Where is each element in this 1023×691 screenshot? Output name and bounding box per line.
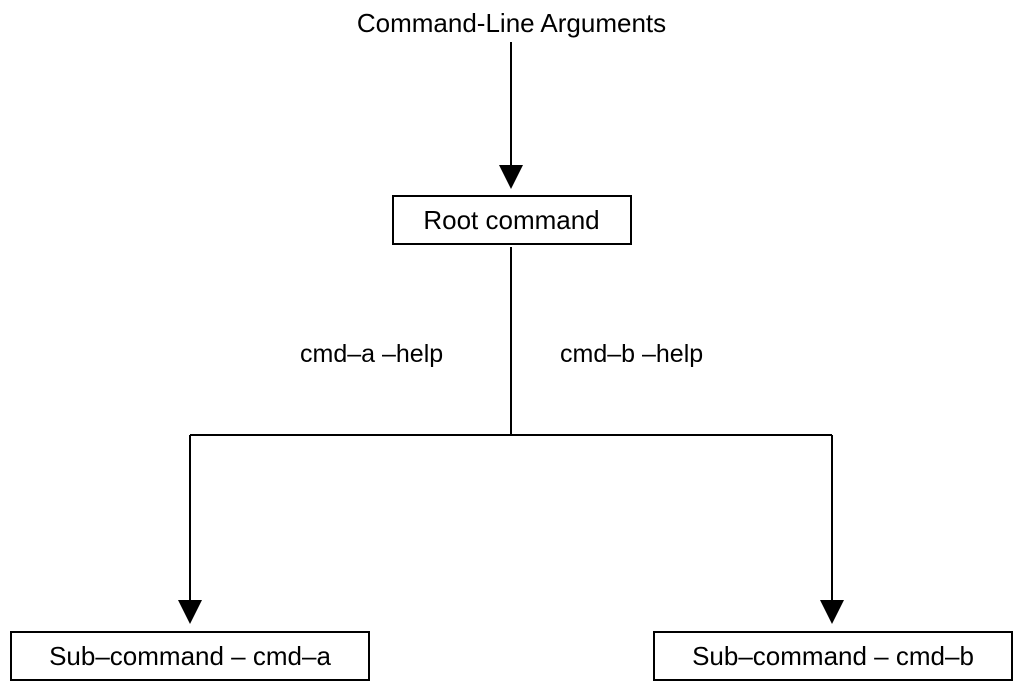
root-command-label: Root command (423, 205, 599, 236)
subcommand-b-label: Sub–command – cmd–b (692, 641, 974, 672)
branch-a-label: cmd–a –help (300, 340, 443, 369)
subcommand-b-box: Sub–command – cmd–b (653, 631, 1013, 681)
arrow-title-to-root (0, 0, 1023, 691)
root-command-box: Root command (392, 195, 632, 245)
branch-b-label: cmd–b –help (560, 340, 703, 369)
branch-connector (0, 0, 1023, 691)
diagram-title: Command-Line Arguments (357, 8, 666, 39)
subcommand-a-label: Sub–command – cmd–a (49, 641, 331, 672)
subcommand-a-box: Sub–command – cmd–a (10, 631, 370, 681)
